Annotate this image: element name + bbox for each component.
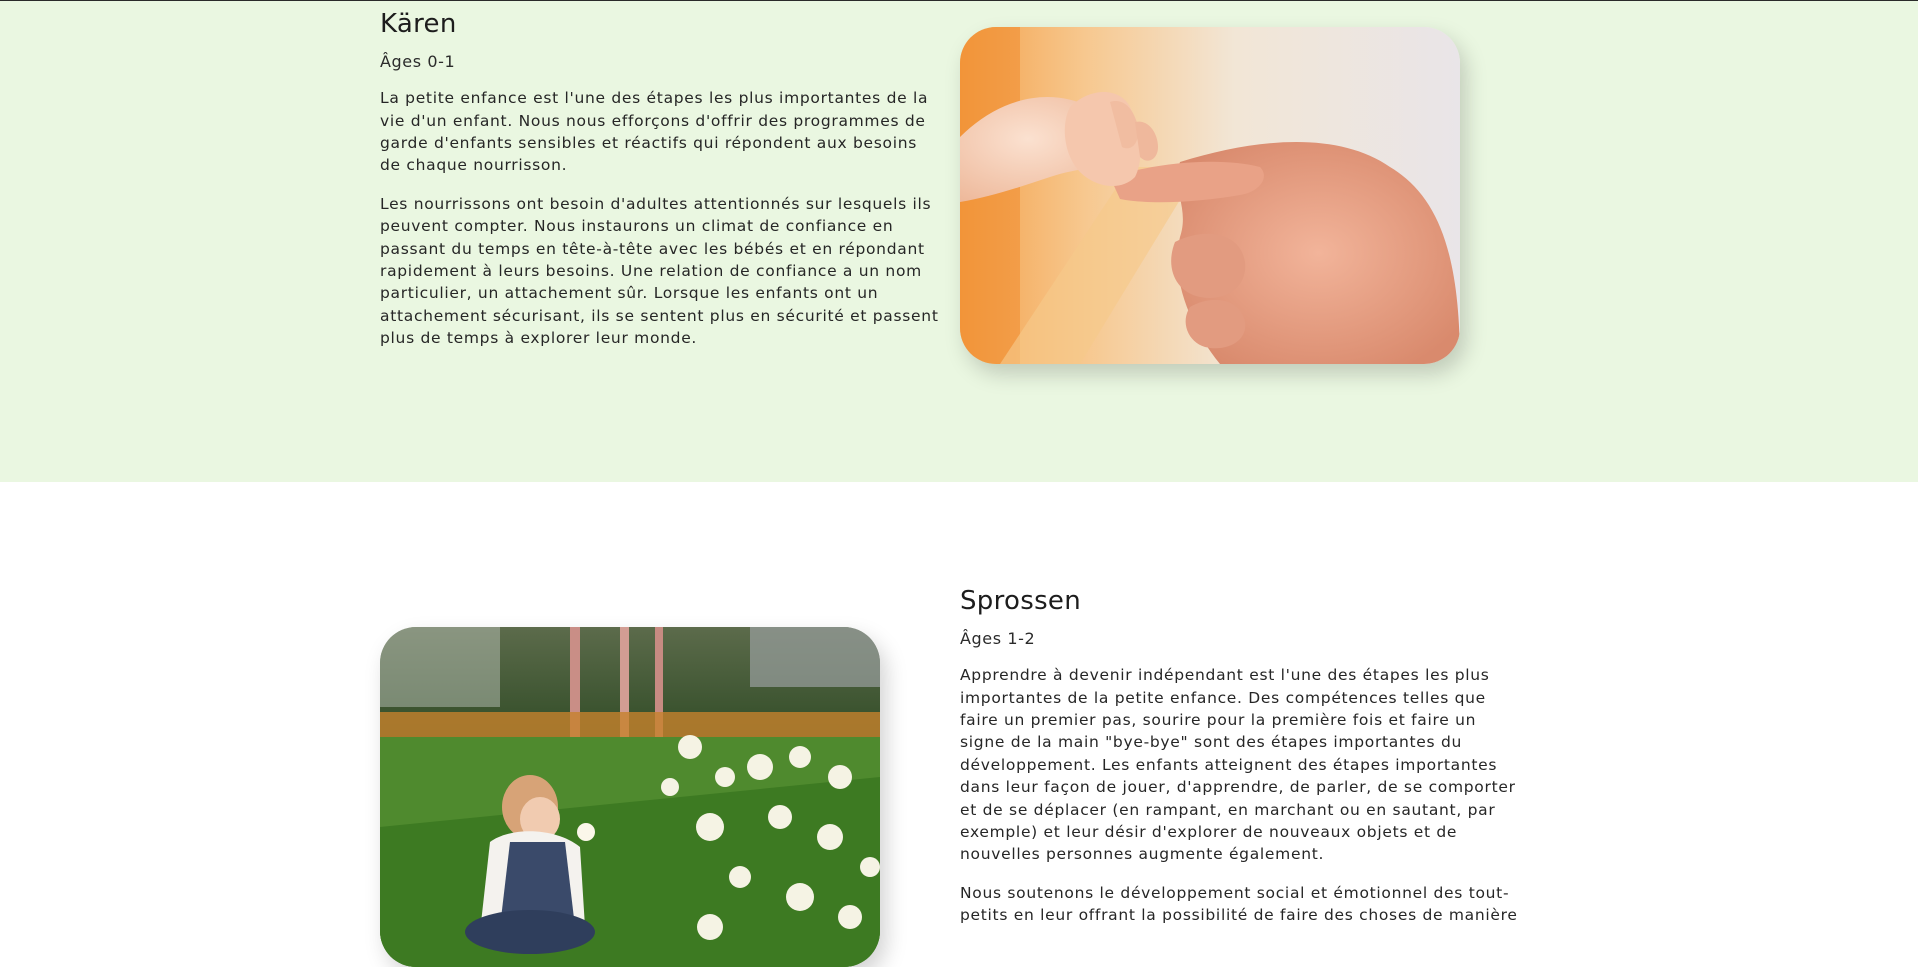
toddlers-paragraph-1: Apprendre à devenir indépendant est l'un… — [960, 666, 1516, 864]
toddlers-section: Sprossen Âges 1-2 Apprendre à devenir in… — [0, 482, 1918, 967]
infants-title: Kären — [380, 9, 457, 39]
infants-section: Kären Âges 0-1 La petite enfance est l'u… — [0, 1, 1918, 482]
infants-paragraph-1: La petite enfance est l'une des étapes l… — [380, 89, 929, 175]
infants-paragraph-2: Les nourrissons ont besoin d'adultes att… — [380, 194, 939, 348]
infants-photo — [960, 27, 1460, 364]
baby-finger-image — [960, 27, 1460, 364]
infants-ages: Âges 0-1 — [380, 52, 456, 72]
infants-text-column: Kären Âges 0-1 La petite enfance est l'u… — [380, 9, 940, 350]
toddler-daffodils-image — [380, 627, 880, 967]
toddlers-title: Sprossen — [960, 586, 1081, 616]
toddlers-paragraph-2: Nous soutenons le développement social e… — [960, 883, 1518, 925]
toddlers-photo — [380, 627, 880, 967]
toddlers-text-column: Sprossen Âges 1-2 Apprendre à devenir in… — [960, 586, 1520, 927]
toddlers-ages: Âges 1-2 — [960, 629, 1036, 649]
